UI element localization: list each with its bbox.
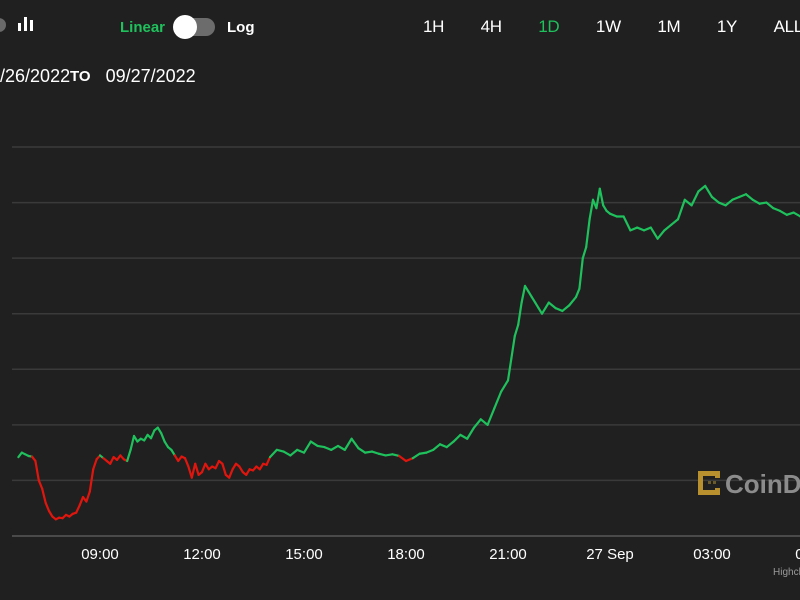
series-segment bbox=[149, 429, 156, 440]
series-segment bbox=[622, 215, 632, 232]
series-segment bbox=[323, 445, 333, 451]
series-segment bbox=[92, 458, 98, 471]
series-segment bbox=[585, 218, 591, 249]
series-segment bbox=[302, 440, 312, 454]
series-segment bbox=[744, 193, 754, 201]
x-tick-label: 12:00 bbox=[183, 546, 221, 563]
series-segment bbox=[228, 468, 234, 479]
series-segment bbox=[85, 490, 91, 503]
series-segment bbox=[265, 455, 272, 466]
series-segment bbox=[425, 448, 435, 454]
series-segment bbox=[330, 444, 340, 451]
series-segment bbox=[636, 226, 646, 232]
series-segment bbox=[629, 226, 639, 232]
series-segment bbox=[160, 432, 166, 443]
series-segment bbox=[520, 284, 527, 304]
series-segment bbox=[41, 487, 47, 504]
series-segment bbox=[296, 448, 306, 454]
series-segment bbox=[350, 437, 360, 450]
series-segment bbox=[37, 479, 44, 490]
series-segment bbox=[656, 229, 666, 240]
series-segment bbox=[44, 501, 51, 513]
series-segment bbox=[459, 433, 469, 440]
series-segment bbox=[194, 462, 200, 476]
x-tick-label: 18:00 bbox=[387, 546, 425, 563]
series-segment bbox=[411, 452, 421, 460]
series-segment bbox=[309, 440, 319, 448]
series-segment bbox=[183, 457, 190, 468]
x-tick-label: 21:00 bbox=[489, 546, 527, 563]
series-segment bbox=[129, 434, 136, 451]
series-segment bbox=[554, 307, 564, 313]
series-segment bbox=[500, 379, 510, 393]
series-segment bbox=[547, 301, 557, 310]
x-axis-ticks: 09:00 12:00 15:00 18:00 21:00 27 Sep 03:00 06:0… bbox=[81, 546, 800, 563]
series-segment bbox=[445, 440, 455, 449]
x-tick-label: 15:00 bbox=[285, 546, 323, 563]
series-segment bbox=[513, 323, 520, 338]
series-segment bbox=[75, 504, 81, 514]
series-segment bbox=[561, 304, 571, 313]
x-tick-label: 27 Sep bbox=[586, 546, 634, 563]
series-segment bbox=[78, 496, 85, 507]
series-segment bbox=[34, 459, 40, 482]
price-series bbox=[17, 184, 800, 521]
series-segment bbox=[772, 207, 782, 213]
x-tick-label: 06:00 bbox=[795, 546, 800, 563]
watermark-text: CoinDesk bbox=[725, 469, 800, 499]
series-segment bbox=[493, 390, 503, 410]
x-tick-label: 09:00 bbox=[81, 546, 119, 563]
series-segment bbox=[663, 223, 673, 232]
highcharts-credits[interactable]: Highcharts.com bbox=[773, 567, 800, 578]
series-segment bbox=[126, 448, 132, 463]
series-segment bbox=[479, 418, 489, 426]
series-segment bbox=[731, 195, 741, 201]
coindesk-watermark: CoinDesk bbox=[698, 469, 800, 499]
x-tick-label: 03:00 bbox=[693, 546, 731, 563]
series-segment bbox=[343, 437, 353, 451]
series-segment bbox=[466, 426, 476, 440]
series-segment bbox=[778, 209, 788, 216]
series-segment bbox=[670, 218, 680, 226]
series-segment bbox=[282, 450, 292, 457]
series-segment bbox=[221, 462, 227, 476]
series-segment bbox=[738, 193, 748, 199]
series-segment bbox=[336, 444, 346, 451]
series-segment bbox=[697, 184, 707, 193]
series-segment bbox=[581, 245, 588, 260]
series-segment bbox=[765, 201, 775, 210]
series-segment bbox=[486, 407, 496, 426]
series-segment bbox=[452, 433, 462, 443]
series-segment bbox=[398, 454, 408, 463]
coindesk-logo-icon bbox=[698, 471, 720, 495]
series-segment bbox=[214, 459, 221, 470]
series-segment bbox=[568, 295, 578, 307]
price-chart[interactable]: CoinDesk 09:00 12:00 15:00 18:00 21:00 27 Sep… bbox=[0, 0, 800, 600]
series-segment bbox=[608, 212, 618, 218]
series-segment bbox=[472, 418, 482, 429]
series-segment bbox=[578, 257, 584, 290]
series-segment bbox=[574, 287, 581, 299]
series-segment bbox=[704, 184, 714, 199]
series-segment bbox=[404, 457, 414, 463]
series-segment bbox=[268, 448, 278, 459]
series-segment bbox=[438, 443, 448, 449]
series-segment bbox=[510, 334, 516, 360]
series-segment bbox=[357, 447, 367, 454]
series-segment bbox=[792, 211, 800, 218]
series-segment bbox=[289, 448, 299, 457]
series-segment bbox=[649, 226, 659, 240]
series-segment bbox=[710, 195, 720, 204]
series-segment bbox=[432, 443, 442, 451]
series-segment bbox=[642, 226, 652, 232]
series-segment bbox=[540, 301, 550, 315]
